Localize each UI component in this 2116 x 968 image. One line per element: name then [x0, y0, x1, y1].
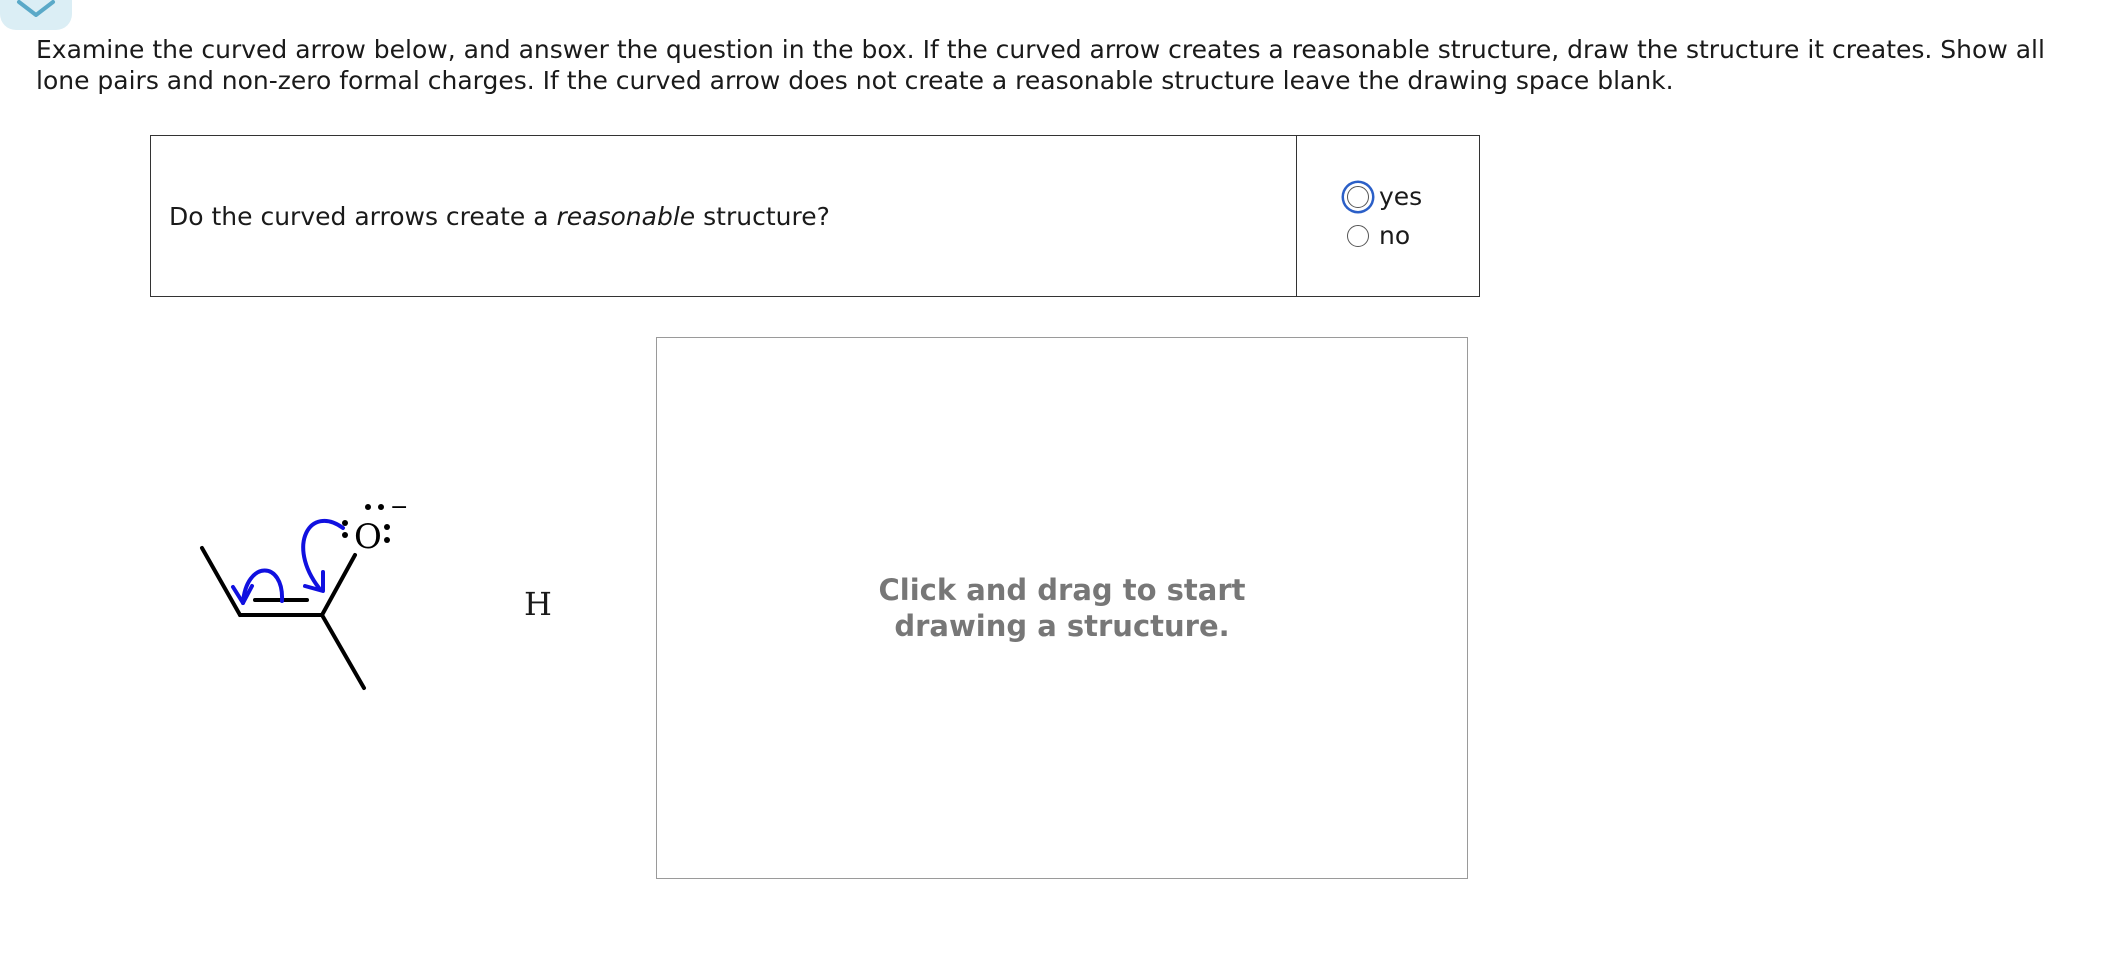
- question-prefix: Do the curved arrows create a: [169, 201, 557, 231]
- option-no[interactable]: no: [1347, 221, 1479, 250]
- question-emphasis: reasonable: [556, 201, 696, 231]
- negative-charge: −: [390, 495, 408, 520]
- curved-arrows: [231, 519, 345, 605]
- radio-yes[interactable]: [1347, 185, 1369, 208]
- question-suffix: structure?: [695, 201, 830, 231]
- question-box: Do the curved arrows create a reasonable…: [150, 135, 1480, 297]
- oxygen-label: O: [354, 517, 382, 557]
- drawing-hint: Click and drag to start drawing a struct…: [878, 573, 1246, 643]
- chevron-down-icon: [17, 0, 55, 17]
- instructions-text: Examine the curved arrow below, and answ…: [36, 35, 2045, 95]
- question-text: Do the curved arrows create a reasonable…: [151, 136, 1297, 296]
- option-yes-label: yes: [1379, 182, 1423, 211]
- collapse-tab[interactable]: [0, 0, 72, 30]
- drawing-canvas[interactable]: Click and drag to start drawing a struct…: [656, 337, 1468, 879]
- molecule-structure: O −: [200, 495, 408, 690]
- bond-lines: [200, 546, 366, 690]
- answer-options: yes no: [1297, 136, 1479, 296]
- radio-no[interactable]: [1347, 224, 1369, 247]
- hydrogen-label: H: [524, 585, 552, 623]
- option-yes[interactable]: yes: [1347, 182, 1479, 211]
- option-no-label: no: [1379, 221, 1411, 250]
